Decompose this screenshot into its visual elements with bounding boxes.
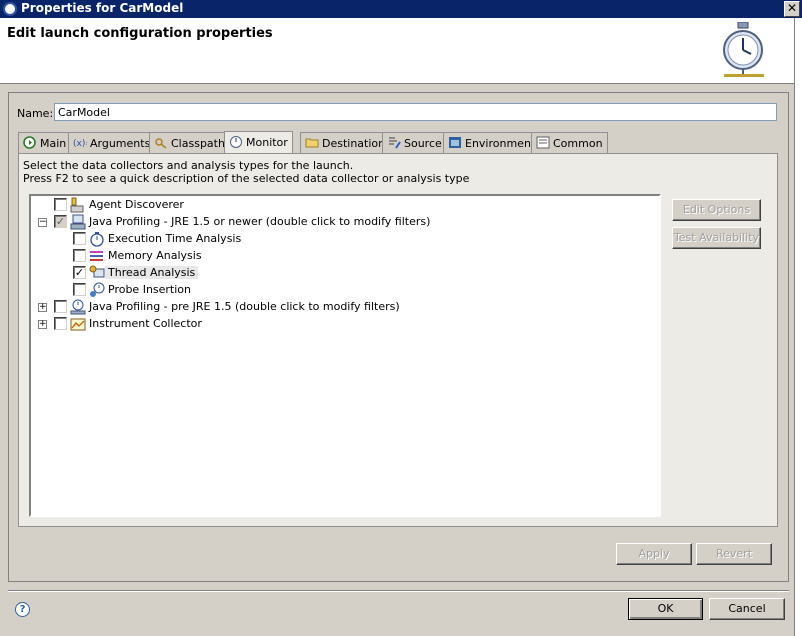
expand-icon[interactable]: + bbox=[38, 320, 47, 329]
cancel-button[interactable]: Cancel bbox=[709, 598, 785, 620]
tab-common[interactable]: Common bbox=[531, 132, 608, 153]
tab-environment[interactable]: Environment bbox=[443, 132, 541, 153]
agent-icon bbox=[70, 197, 84, 213]
window-title: Properties for CarModel bbox=[21, 1, 184, 15]
arguments-icon: (x)= bbox=[73, 139, 87, 149]
thread-analysis-checkbox[interactable]: ✓ bbox=[73, 266, 86, 279]
footer-separator bbox=[8, 590, 789, 592]
run-icon bbox=[23, 136, 36, 149]
folder-icon bbox=[305, 138, 319, 148]
tree-item-memory-analysis[interactable]: Memory Analysis bbox=[55, 248, 255, 265]
monitor-icon bbox=[230, 136, 242, 148]
source-icon bbox=[389, 137, 401, 149]
eclipse-icon bbox=[3, 2, 17, 16]
tab-classpath[interactable]: Classpath bbox=[149, 132, 230, 153]
tree-item-instrument-collector[interactable]: + Instrument Collector bbox=[36, 316, 236, 333]
tree-item-java-profiling-pre-jre15[interactable]: + Java Profiling - pre JRE 1.5 (double c… bbox=[36, 299, 400, 316]
name-field[interactable]: CarModel bbox=[54, 103, 777, 121]
common-icon bbox=[536, 136, 550, 149]
tab-monitor[interactable]: Monitor bbox=[224, 131, 293, 153]
thread-analysis-icon bbox=[89, 265, 105, 278]
window-titlebar: Properties for CarModel ✕ bbox=[0, 0, 802, 18]
name-label: Name: bbox=[17, 107, 54, 120]
tree-item-java-profiling-jre15[interactable]: − ✓ Java Profiling - JRE 1.5 or newer (d… bbox=[36, 214, 430, 231]
test-availability-button[interactable]: Test Availability bbox=[672, 227, 761, 249]
memory-analysis-checkbox[interactable] bbox=[73, 249, 86, 262]
dialog-heading: Edit launch configuration properties bbox=[7, 26, 273, 41]
java-profiling-legacy-icon bbox=[70, 299, 86, 315]
collapse-icon[interactable]: − bbox=[38, 218, 47, 227]
tab-main[interactable]: Main bbox=[18, 132, 72, 153]
expand-icon[interactable]: + bbox=[38, 303, 47, 312]
svg-text:(x)=: (x)= bbox=[73, 139, 87, 149]
tab-arguments[interactable]: (x)=Arguments bbox=[68, 132, 156, 153]
probe-insertion-checkbox[interactable] bbox=[73, 283, 86, 296]
environment-icon bbox=[449, 137, 461, 148]
agent-discoverer-checkbox[interactable] bbox=[54, 198, 67, 211]
dialog-header: Edit launch configuration properties bbox=[0, 18, 794, 84]
java-profiling-pre-jre15-checkbox[interactable] bbox=[54, 300, 67, 313]
memory-analysis-icon bbox=[90, 251, 103, 261]
classpath-icon bbox=[155, 138, 167, 149]
edit-options-button[interactable]: Edit Options bbox=[672, 199, 761, 221]
execution-time-checkbox[interactable] bbox=[73, 232, 86, 245]
execution-time-icon bbox=[90, 232, 104, 247]
probe-insertion-icon bbox=[90, 282, 105, 297]
java-profiling-jre15-checkbox[interactable]: ✓ bbox=[54, 215, 67, 228]
tree-item-probe-insertion[interactable]: Probe Insertion bbox=[55, 282, 255, 299]
monitor-description: Select the data collectors and analysis … bbox=[23, 159, 354, 172]
stopwatch-icon bbox=[723, 22, 764, 77]
close-button[interactable]: ✕ bbox=[784, 1, 800, 17]
apply-button[interactable]: Apply bbox=[616, 543, 692, 565]
tree-item-agent-discoverer[interactable]: Agent Discoverer bbox=[36, 197, 236, 214]
revert-button[interactable]: Revert bbox=[696, 543, 772, 565]
tab-destination[interactable]: Destination bbox=[300, 132, 391, 153]
instrument-collector-icon bbox=[70, 318, 86, 331]
ok-button[interactable]: OK bbox=[628, 598, 703, 620]
tree-item-execution-time-analysis[interactable]: Execution Time Analysis bbox=[55, 231, 255, 248]
window-edge bbox=[794, 18, 802, 636]
java-profiling-icon bbox=[70, 214, 86, 230]
help-icon[interactable]: ? bbox=[15, 602, 30, 617]
tab-source[interactable]: Source bbox=[382, 132, 447, 153]
monitor-hint: Press F2 to see a quick description of t… bbox=[23, 172, 470, 185]
instrument-collector-checkbox[interactable] bbox=[54, 317, 67, 330]
tree-item-thread-analysis[interactable]: ✓ Thread Analysis bbox=[55, 265, 255, 282]
